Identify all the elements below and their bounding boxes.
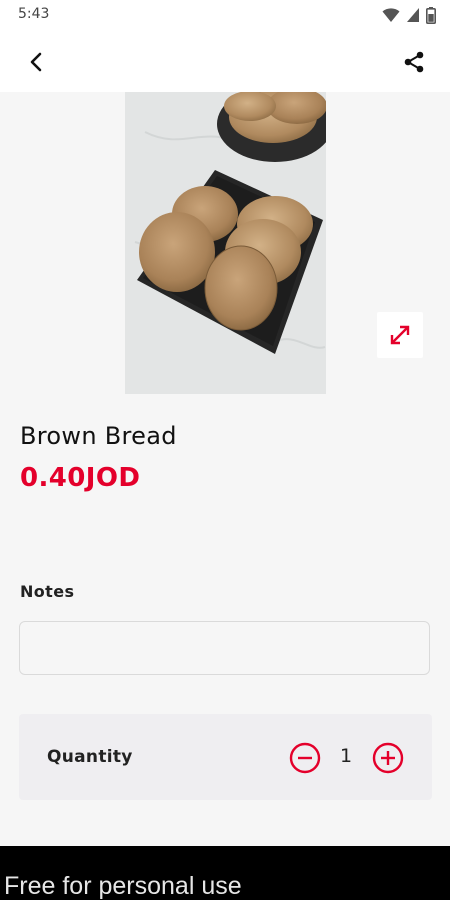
status-bar: 5:43	[0, 0, 450, 30]
product-image-area	[0, 92, 450, 394]
decrease-quantity-button[interactable]	[289, 742, 321, 774]
back-button[interactable]	[16, 42, 56, 82]
wifi-icon	[382, 7, 400, 23]
expand-icon	[390, 325, 410, 345]
status-icons	[382, 6, 436, 24]
quantity-label: Quantity	[47, 747, 133, 767]
notes-input[interactable]	[19, 621, 430, 675]
expand-image-button[interactable]	[377, 312, 423, 358]
status-time: 5:43	[18, 6, 50, 22]
share-button[interactable]	[394, 42, 434, 82]
increase-quantity-button[interactable]	[372, 742, 404, 774]
footer-bar: Free for personal use	[0, 846, 450, 900]
chevron-left-icon	[30, 52, 42, 72]
product-price: 0.40JOD	[20, 463, 141, 493]
product-name: Brown Bread	[20, 422, 177, 450]
cell-signal-icon	[406, 7, 420, 23]
product-detail-screen: 5:43 Brown Bread 0.40JOD Notes Quantity …	[0, 0, 450, 900]
product-image[interactable]	[125, 92, 326, 394]
quantity-value: 1	[339, 745, 353, 767]
battery-icon	[426, 6, 436, 24]
notes-label: Notes	[20, 582, 75, 601]
quantity-card: Quantity 1	[19, 714, 432, 800]
plus-circle-icon	[372, 742, 404, 774]
app-bar	[0, 30, 450, 92]
minus-circle-icon	[289, 742, 321, 774]
share-icon	[404, 51, 424, 73]
watermark-text: Free for personal use	[4, 872, 242, 900]
